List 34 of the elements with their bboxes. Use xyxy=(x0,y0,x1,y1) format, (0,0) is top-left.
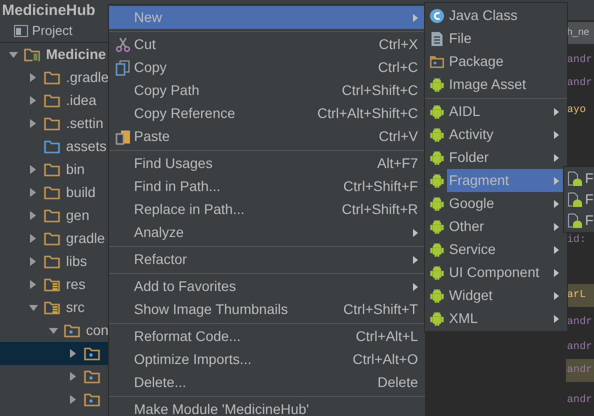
tree-label: gen xyxy=(66,206,90,225)
shortcut-label: Ctrl+Shift+R xyxy=(342,200,418,219)
shortcut-label: Ctrl+Shift+F xyxy=(343,177,418,196)
code-text: andr xyxy=(566,314,592,330)
code-text: ayo xyxy=(566,102,586,118)
shortcut-label: Delete xyxy=(378,373,418,392)
code-text: andr xyxy=(566,362,592,378)
tree-label: con xyxy=(86,321,109,340)
shortcut-label: Ctrl+V xyxy=(378,127,418,146)
shortcut-label: Ctrl+X xyxy=(378,35,418,54)
tree-label: libs xyxy=(66,252,88,271)
tree-label: assets xyxy=(66,137,106,156)
shortcut-label: Ctrl+Alt+O xyxy=(352,350,418,369)
tree-label: bin xyxy=(66,160,85,179)
shortcut-label: Alt+F7 xyxy=(377,154,418,173)
code-text: id: xyxy=(566,232,586,248)
tree-label: .settin xyxy=(66,114,104,133)
code-text: andr xyxy=(566,392,592,408)
code-text: arL xyxy=(566,288,586,303)
shortcut-label: Ctrl+C xyxy=(378,58,418,77)
code-text: andr xyxy=(566,76,592,91)
tree-label: src xyxy=(66,298,85,317)
shortcut-label: Ctrl+Alt+Shift+C xyxy=(317,104,418,123)
shortcut-label: Ctrl+Alt+L xyxy=(356,327,418,346)
tree-label: gradle xyxy=(66,229,105,248)
shortcut-label: Ctrl+Shift+C xyxy=(342,81,418,100)
tree-label: .gradle xyxy=(66,68,109,87)
tree-label: build xyxy=(66,183,96,202)
tree-label: .idea xyxy=(66,91,96,110)
code-text: andr xyxy=(566,52,592,68)
code-text: andr xyxy=(566,340,592,355)
tree-label: Medicine xyxy=(46,45,106,64)
tree-label: res xyxy=(66,275,86,294)
shortcut-label: Ctrl+Shift+T xyxy=(343,300,418,319)
